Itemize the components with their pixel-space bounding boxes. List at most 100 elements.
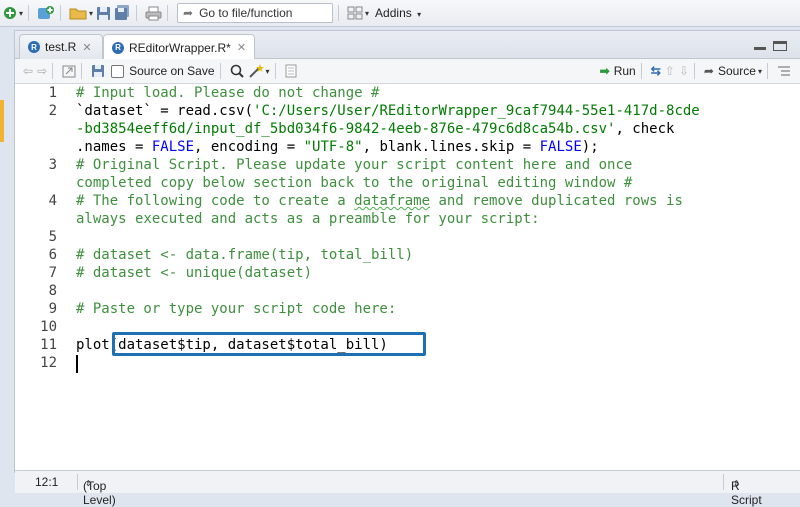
line-text: # Paste or type your script code here: — [76, 301, 397, 317]
toolbar-divider — [60, 5, 62, 21]
source-on-save-label: Source on Save — [129, 64, 215, 78]
save-icon[interactable] — [96, 3, 111, 23]
code-token: FALSE — [539, 139, 582, 155]
status-divider — [723, 474, 724, 490]
line-number: 7 — [48, 265, 57, 281]
status-divider — [77, 474, 78, 490]
document-outline-icon[interactable] — [777, 61, 791, 81]
line-text: # The following code to create a datafra… — [76, 193, 683, 209]
back-arrow-icon[interactable]: ⇦ — [23, 61, 33, 81]
line-number: 2 — [48, 103, 57, 119]
toolbar-divider — [274, 63, 276, 79]
save-all-icon[interactable] — [114, 3, 131, 23]
line-number: 5 — [48, 229, 57, 245]
editor-toolbar: ⇦ ⇨ Source on Save ▾ ➡ Run ⇆ ⇧ ⇩ ➦ Sourc… — [15, 59, 800, 84]
code-token: 'C:/Users/User/REditorWrapper_9caf7944-5… — [253, 103, 700, 119]
code-line: 8 — [15, 282, 800, 300]
close-icon[interactable]: ✕ — [237, 41, 246, 54]
line-number: 12 — [40, 355, 57, 371]
show-in-window-icon[interactable] — [62, 61, 76, 81]
highlight-annotation-box — [112, 332, 426, 356]
line-text: .names = FALSE, encoding = "UTF-8", blan… — [76, 139, 599, 155]
run-label: Run — [613, 64, 636, 78]
new-file-icon[interactable]: ▾ — [3, 3, 23, 23]
toolbar-divider — [767, 63, 768, 79]
spelling-squiggle: dataframe — [354, 193, 431, 209]
code-line: 2 `dataset` = read.csv('C:/Users/User/RE… — [15, 102, 800, 120]
line-text: always executed and acts as a preamble f… — [76, 211, 540, 227]
line-number: 9 — [48, 301, 57, 317]
tab-label: test.R — [45, 40, 77, 54]
tab-reditorwrapper-r[interactable]: R REditorWrapper.R* ✕ — [103, 34, 255, 60]
run-button[interactable]: ➡ Run — [600, 61, 636, 81]
line-text: # Input load. Please do not change # — [76, 85, 380, 101]
new-project-icon[interactable] — [37, 3, 55, 23]
goto-placeholder: Go to file/function — [199, 6, 293, 20]
rerun-icon[interactable]: ⇆ — [651, 61, 661, 81]
search-icon[interactable] — [230, 61, 244, 81]
source-editor-pane: R test.R ✕ R REditorWrapper.R* ✕ ⇦ ⇨ Sou… — [14, 30, 800, 507]
chevron-updown-icon: ⇕ — [733, 479, 740, 488]
line-text: completed copy below section back to the… — [76, 175, 633, 191]
source-button[interactable]: ➦ Source ▾ — [704, 61, 762, 81]
code-editor[interactable]: 1 # Input load. Please do not change # 2… — [15, 84, 800, 470]
code-token: FALSE — [151, 139, 195, 155]
chevron-down-icon: ▾ — [757, 66, 762, 76]
line-number: 11 — [40, 337, 57, 353]
status-bar: 12:1 (Top Level) ⇕ R Script ⇕ — [15, 470, 800, 507]
goto-arrow-icon: ➦ — [183, 6, 194, 20]
checkbox-box[interactable] — [111, 64, 125, 78]
r-file-icon: R — [112, 41, 124, 54]
code-token: -bd3854eeff6d/input_df_5bd034f6-9842-4ee… — [76, 121, 616, 137]
open-folder-icon[interactable]: ▾ — [69, 3, 93, 23]
line-number: 1 — [48, 85, 57, 101]
source-arrow-icon: ➦ — [703, 64, 714, 78]
line-text: # Original Script. Please update your sc… — [76, 157, 633, 173]
toolbar-divider — [640, 63, 642, 79]
goto-file-function-input[interactable]: ➦ Go to file/function — [177, 3, 334, 23]
compile-report-icon[interactable] — [285, 61, 297, 81]
text-cursor — [76, 355, 78, 373]
print-icon[interactable] — [145, 3, 162, 23]
line-number: 4 — [48, 193, 57, 209]
code-token: `dataset` = read.csv( — [76, 103, 254, 119]
toolbar-divider — [81, 63, 83, 79]
addins-label: Addins — [375, 6, 412, 20]
toolbar-divider — [167, 5, 169, 21]
line-text: # dataset <- unique(dataset) — [76, 265, 313, 281]
go-up-icon[interactable]: ⇧ — [665, 61, 675, 81]
maximize-pane-icon[interactable] — [773, 41, 787, 51]
code-line: 4 # The following code to create a dataf… — [15, 192, 800, 210]
line-text: # dataset <- data.frame(tip, total_bill) — [76, 247, 414, 263]
source-on-save-checkbox[interactable]: Source on Save — [111, 61, 215, 81]
code-line: 9 # Paste or type your script code here: — [15, 300, 800, 318]
left-margin — [0, 27, 14, 471]
toolbar-divider — [28, 5, 30, 21]
minimize-pane-icon[interactable] — [753, 41, 767, 51]
code-line: 1 # Input load. Please do not change # — [15, 84, 800, 102]
tab-label: REditorWrapper.R* — [129, 40, 231, 55]
editor-tab-bar: R test.R ✕ R REditorWrapper.R* ✕ — [15, 31, 800, 60]
tab-test-r[interactable]: R test.R ✕ — [19, 34, 103, 59]
app-toolbar: ▾ ▾ ➦ Go to file/function ▾ Addins ▾ — [0, 0, 800, 27]
close-icon[interactable]: ✕ — [82, 41, 91, 54]
addins-menu[interactable]: Addins ▾ — [375, 6, 421, 20]
code-line: -bd3854eeff6d/input_df_5bd034f6-9842-4ee… — [15, 120, 800, 138]
grid-layout-icon[interactable]: ▾ — [347, 3, 369, 23]
forward-arrow-icon[interactable]: ⇨ — [37, 61, 47, 81]
toolbar-divider — [219, 63, 221, 79]
code-line: always executed and acts as a preamble f… — [15, 210, 800, 228]
cursor-position: 12:1 — [35, 475, 59, 489]
code-tools-wand-icon[interactable]: ▾ — [248, 61, 270, 81]
code-line: 7 # dataset <- unique(dataset) — [15, 264, 800, 282]
left-accent-bar — [0, 100, 4, 142]
save-icon[interactable] — [91, 61, 105, 81]
go-down-icon[interactable]: ⇩ — [679, 61, 689, 81]
toolbar-divider — [693, 63, 695, 79]
code-line: 5 — [15, 228, 800, 246]
run-arrow-icon: ➡ — [599, 64, 610, 78]
code-line: .names = FALSE, encoding = "UTF-8", blan… — [15, 138, 800, 156]
source-label: Source — [717, 64, 756, 78]
chevron-down-icon: ▾ — [417, 10, 422, 19]
toolbar-divider — [136, 5, 138, 21]
